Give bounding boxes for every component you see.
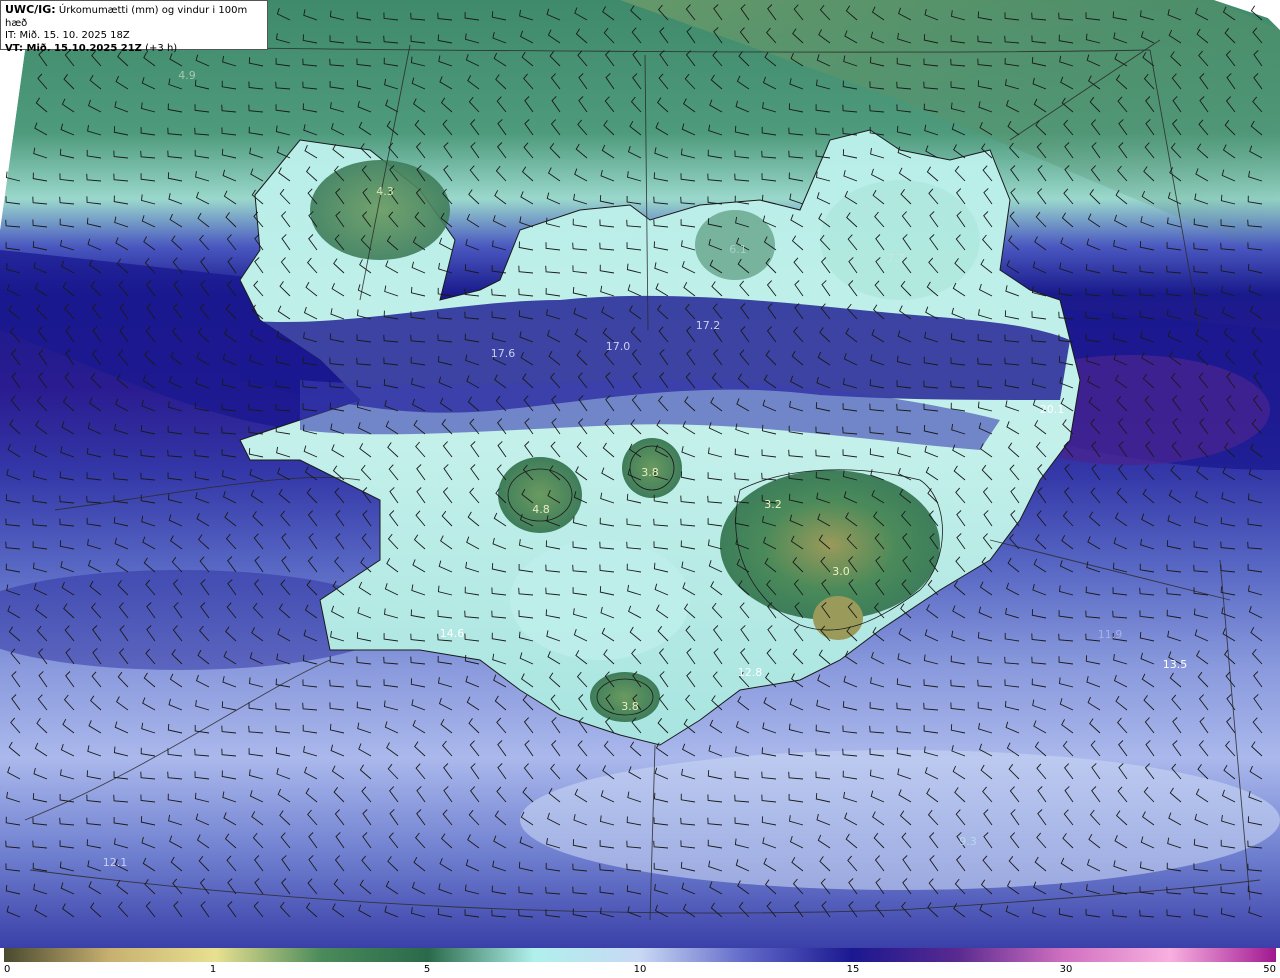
precip-value-label: 13.5 (1163, 658, 1188, 671)
precip-value-label: 6.1 (729, 243, 747, 256)
northeast-dry-zone (820, 180, 980, 300)
valid-time: VT: Mið. 15.10.2025 21Z (5, 42, 142, 54)
precip-value-label: 7.7 (887, 252, 905, 265)
precip-value-label: 9.3 (959, 835, 977, 848)
precip-value-label: 4.3 (376, 185, 394, 198)
precip-value-label: 12.1 (103, 856, 128, 869)
initial-time: IT: Mið. 15. 10. 2025 18Z (5, 30, 130, 41)
precip-value-label: 3.0 (832, 565, 850, 578)
precip-value-label: 3.2 (764, 498, 782, 511)
precip-value-label: 4.9 (178, 69, 196, 82)
colorbar-tick-label: 0 (4, 964, 11, 975)
colorbar-tick-label: 10 (633, 964, 647, 975)
valid-offset: (+3 h) (145, 42, 178, 54)
colorbar-tick-label: 1 (209, 964, 217, 975)
south-light-zone (510, 540, 690, 660)
precip-value-label: 17.0 (606, 340, 631, 353)
precip-value-label: 14.6 (440, 627, 465, 640)
precip-value-label: 3.8 (641, 466, 659, 479)
south-light-band (520, 750, 1280, 890)
colorbar-tick-label: 30 (1059, 964, 1073, 975)
colorbar-tick-label: 5 (423, 964, 431, 975)
langjokull-area (498, 457, 582, 533)
precip-value-label: 17.2 (696, 319, 721, 332)
precipitation-map: 4.9 4.3 6.1 7.7 17.6 17.0 17.2 20.1 3.8 4.8 3.2 3.0… (0, 0, 1280, 948)
colorbar-legend: 0 1 5 10 15 30 50 (0, 948, 1280, 978)
precip-value-label: 4.8 (532, 503, 550, 516)
precip-value-label: 11.9 (1098, 628, 1123, 641)
oraefajokull-area (813, 596, 863, 640)
precip-value-label: 12.8 (738, 666, 763, 679)
precip-value-label: 20.1 (1040, 403, 1065, 416)
westfjords-dry-zone (310, 160, 450, 260)
precip-value-label: 3.8 (621, 700, 639, 713)
myrdalsjokull-area (590, 672, 660, 722)
map-info-box: UWC/IG: Úrkomumætti (mm) og vindur i 100… (0, 0, 268, 54)
colorbar-tick-label: 50 (1263, 964, 1276, 975)
colorbar-gradient (4, 948, 1276, 962)
model-prefix: UWC/IG: (5, 3, 56, 16)
precip-value-label: 17.6 (491, 347, 516, 360)
colorbar-tick-label: 15 (846, 964, 860, 975)
